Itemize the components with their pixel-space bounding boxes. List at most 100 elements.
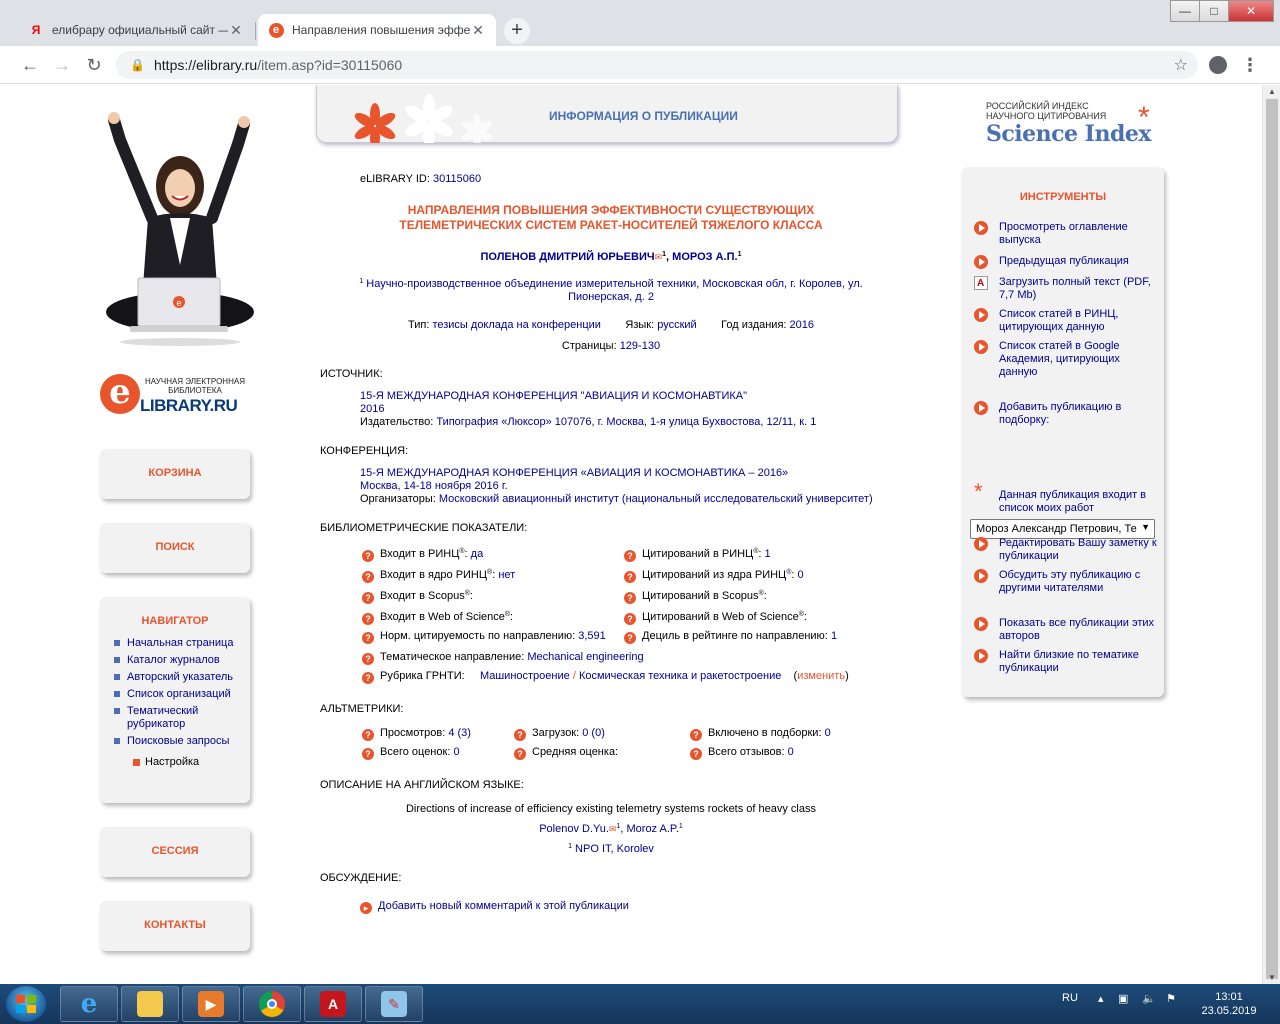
start-button[interactable]	[6, 986, 46, 1022]
help-icon[interactable]: ?	[624, 571, 636, 583]
tool-label[interactable]: Загрузить полный текст (PDF, 7,7 Mb)	[974, 276, 1160, 302]
tool-add-collection[interactable]: Добавить публикацию в подборку:	[974, 401, 1160, 427]
author-link[interactable]: Moroz A.P.	[627, 823, 679, 835]
address-bar[interactable]: 🔒 https://elibrary.ru/item.asp?id=301150…	[116, 51, 1198, 79]
help-icon[interactable]: ?	[362, 672, 374, 684]
contacts-button[interactable]: КОНТАКТЫ	[100, 901, 250, 951]
add-comment-button[interactable]: ▸ Добавить новый комментарий к этой публи…	[360, 900, 629, 914]
taskbar-ie[interactable]: e	[60, 986, 118, 1022]
help-icon[interactable]: ?	[362, 550, 374, 562]
taskbar-paint[interactable]: ✎	[365, 986, 423, 1022]
nav-item-label[interactable]: Тематический рубрикатор	[127, 705, 198, 730]
tool-label[interactable]: Просмотреть оглавление выпуска	[974, 221, 1160, 247]
help-icon[interactable]: ?	[514, 729, 526, 741]
nav-item-label[interactable]: Авторский указатель	[127, 671, 233, 683]
help-icon[interactable]: ?	[362, 632, 374, 644]
change-link[interactable]: изменить	[797, 670, 845, 682]
nav-item-journals[interactable]: Каталог журналов	[112, 654, 242, 667]
help-icon[interactable]: ?	[362, 571, 374, 583]
nav-item-settings[interactable]: Настройка	[100, 756, 250, 768]
tool-similar[interactable]: Найти близкие по тематике публикации	[974, 649, 1160, 675]
tray-expand-icon[interactable]: ▴	[1098, 992, 1104, 1005]
help-icon[interactable]: ?	[362, 729, 374, 741]
menu-dots-icon[interactable]: ⋮	[1238, 53, 1262, 77]
tray-clock[interactable]: 13:01 23.05.2019	[1196, 990, 1262, 1018]
author-link[interactable]: ПОЛЕНОВ ДМИТРИЙ ЮРЬЕВИЧ	[481, 251, 655, 263]
grnti-link[interactable]: Космическая техника и ракетостроение	[579, 670, 781, 682]
tool-label[interactable]: Обсудить эту публикацию с другими читате…	[974, 569, 1160, 595]
nav-item-label[interactable]: Начальная страница	[127, 637, 233, 649]
metric-value[interactable]: 1	[764, 548, 770, 560]
help-icon[interactable]: ?	[362, 748, 374, 760]
help-icon[interactable]: ?	[514, 748, 526, 760]
nav-item-label[interactable]: Список организаций	[127, 688, 231, 700]
tool-label[interactable]: Список статей в Google Академия, цитирую…	[974, 340, 1160, 379]
conference-link[interactable]: 15-Я МЕЖДУНАРОДНАЯ КОНФЕРЕНЦИЯ «АВИАЦИЯ …	[360, 467, 873, 480]
taskbar-chrome[interactable]	[243, 986, 301, 1022]
elibrary-logo[interactable]: e НАУЧНАЯ ЭЛЕКТРОННАЯ БИБЛИОТЕКА LIBRARY…	[100, 372, 260, 418]
session-button[interactable]: СЕССИЯ	[100, 827, 250, 877]
tool-fulltext[interactable]: Загрузить полный текст (PDF, 7,7 Mb)	[974, 276, 1160, 302]
new-tab-button[interactable]: +	[504, 18, 530, 44]
id-value[interactable]: 30115060	[433, 173, 481, 185]
forward-arrow-icon[interactable]: →	[50, 53, 74, 77]
scroll-up-icon[interactable]: ▲	[1263, 85, 1280, 99]
tab-yandex[interactable]: Я елибрару официальный сайт — Ян ✕	[18, 14, 254, 46]
science-index-logo[interactable]: РОССИЙСКИЙ ИНДЕКС НАУЧНОГО ЦИТИРОВАНИЯ S…	[986, 101, 1166, 151]
tab-close-icon[interactable]: ✕	[470, 22, 486, 39]
nav-item-organizations[interactable]: Список организаций	[112, 688, 242, 701]
tool-label[interactable]: Добавить публикацию в подборку:	[974, 401, 1160, 427]
tab-elibrary[interactable]: e Направления повышения эффекти ✕	[258, 14, 496, 46]
nav-item-queries[interactable]: Поисковые запросы	[112, 735, 242, 748]
nav-item-label[interactable]: Поисковые запросы	[127, 735, 229, 747]
tool-label[interactable]: Редактировать Вашу заметку к публикации	[974, 537, 1160, 563]
tool-toc[interactable]: Просмотреть оглавление выпуска	[974, 221, 1160, 247]
tray-lang[interactable]: RU	[1062, 992, 1078, 1004]
taskbar-explorer[interactable]	[121, 986, 179, 1022]
tool-all-by-authors[interactable]: Показать все публикации этих авторов	[974, 617, 1160, 643]
settings-label[interactable]: Настройка	[145, 756, 199, 768]
tool-label[interactable]: Показать все публикации этих авторов	[974, 617, 1160, 643]
help-icon[interactable]: ?	[362, 613, 374, 625]
reload-icon[interactable]: ↻	[82, 53, 106, 77]
bookmark-star-icon[interactable]: ☆	[1174, 55, 1188, 75]
nav-item-authors[interactable]: Авторский указатель	[112, 671, 242, 684]
tool-edit-note[interactable]: Редактировать Вашу заметку к публикации	[974, 537, 1160, 563]
tray-flag-icon[interactable]: ⚑	[1166, 992, 1176, 1005]
tool-label[interactable]: Данная публикация входит в список моих р…	[974, 489, 1160, 515]
help-icon[interactable]: ?	[690, 729, 702, 741]
collection-select[interactable]: Мороз Александр Петрович, Те ▼	[970, 519, 1155, 539]
author-link[interactable]: МОРОЗ А.П.	[672, 251, 737, 263]
org-link[interactable]: Московский авиационный институт (национа…	[439, 493, 873, 505]
tool-prev[interactable]: Предыдущая публикация	[974, 255, 1160, 269]
tool-label[interactable]: Найти близкие по тематике публикации	[974, 649, 1160, 675]
grnti-link[interactable]: Машиностроение	[480, 670, 570, 682]
maximize-button[interactable]: □	[1199, 0, 1229, 22]
affil-link[interactable]: Научно-производственное объединение изме…	[366, 278, 862, 290]
tray-volume-icon[interactable]: 🔈	[1142, 992, 1156, 1005]
tool-rinc-cites[interactable]: Список статей в РИНЦ, цитирующих данную	[974, 308, 1160, 334]
tool-label[interactable]: Предыдущая публикация	[974, 255, 1160, 268]
help-icon[interactable]: ?	[624, 632, 636, 644]
taskbar-acrobat[interactable]: A	[304, 986, 362, 1022]
affil-link[interactable]: Пионерская, д. 2	[316, 291, 906, 304]
nav-item-rubricator[interactable]: Тематический рубрикатор	[112, 705, 242, 731]
nav-item-label[interactable]: Каталог журналов	[127, 654, 220, 666]
help-icon[interactable]: ?	[362, 592, 374, 604]
tool-label[interactable]: Список статей в РИНЦ, цитирующих данную	[974, 308, 1160, 334]
help-icon[interactable]: ?	[624, 592, 636, 604]
taskbar-media[interactable]: ▶	[182, 986, 240, 1022]
source-link[interactable]: 15-Я МЕЖДУНАРОДНАЯ КОНФЕРЕНЦИЯ "АВИАЦИЯ …	[360, 390, 816, 403]
scroll-down-icon[interactable]: ▼	[1263, 971, 1280, 985]
mail-icon[interactable]: ✉	[655, 252, 663, 262]
minimize-button[interactable]: —	[1170, 0, 1200, 22]
cart-button[interactable]: КОРЗИНА	[100, 449, 250, 499]
close-window-button[interactable]: ✕	[1228, 0, 1274, 22]
help-icon[interactable]: ?	[690, 748, 702, 760]
account-icon[interactable]	[1206, 53, 1230, 77]
add-comment-label[interactable]: Добавить новый комментарий к этой публик…	[378, 900, 629, 912]
scrollbar-thumb[interactable]	[1266, 99, 1278, 979]
vertical-scrollbar[interactable]: ▲ ▼	[1262, 85, 1280, 985]
search-button[interactable]: ПОИСК	[100, 523, 250, 573]
tool-discuss[interactable]: Обсудить эту публикацию с другими читате…	[974, 569, 1160, 595]
